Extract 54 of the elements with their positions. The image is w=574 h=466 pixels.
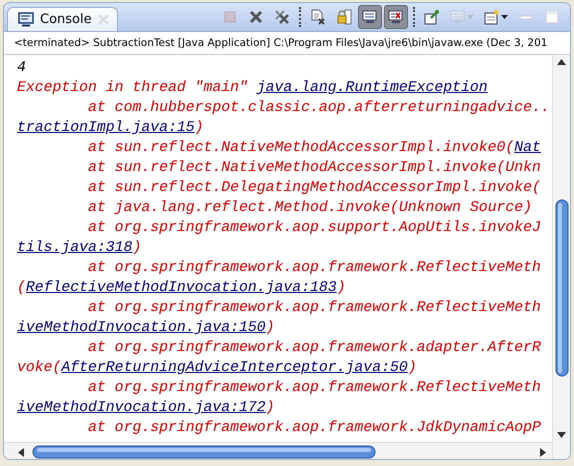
scroll-left-icon[interactable] [18, 448, 24, 457]
output-text: at org.springframework.aop.support.AopUtils.invokeJ [87, 220, 541, 236]
scroll-thumb[interactable] [555, 199, 569, 377]
output-text: at java.lang.reflect.Method.invoke(Unknown Source) [87, 200, 532, 216]
source-link[interactable]: iveMethodInvocation.java:150 [17, 320, 266, 336]
output-text: voke( [17, 360, 62, 376]
output-text: Exception in thread "main" [17, 80, 249, 96]
scroll-thumb[interactable] [32, 445, 376, 459]
output-text: at org.springframework.aop.framework.ReflectiveMeth [87, 260, 541, 276]
console-monitor-button[interactable] [358, 5, 382, 29]
new-console-icon [484, 9, 500, 25]
output-text: ) [266, 400, 275, 416]
source-link[interactable]: tractionImpl.java:15 [17, 120, 195, 136]
scroll-up-icon[interactable] [557, 59, 566, 65]
console-error-icon [388, 9, 404, 25]
lock-icon [336, 9, 352, 25]
close-icon [248, 9, 264, 25]
output-text: ) [336, 280, 346, 296]
monitor-icon [18, 12, 34, 27]
output-text: at sun.reflect.DelegatingMethodAccessorImpl.invoke( [87, 180, 541, 196]
scroll-down-icon[interactable] [557, 432, 566, 438]
source-link[interactable]: tils.java:318 [17, 240, 132, 256]
source-link[interactable]: iveMethodInvocation.java:172 [17, 400, 266, 416]
console-error-button[interactable] [384, 5, 408, 29]
horizontal-scrollbar[interactable] [4, 442, 552, 459]
output-text: at org.springframework.aop.framework.JdkDynamicAopP [87, 420, 541, 436]
output-text: at com.hubberspot.classic.aop.afterreturningadvice.. [87, 100, 550, 116]
vertical-scrollbar[interactable] [552, 55, 570, 459]
maximize-icon [544, 9, 560, 25]
minimize-icon [519, 14, 533, 20]
output-text: ) [194, 120, 204, 136]
output-text: 4 [17, 60, 26, 76]
output-text: ) [132, 240, 142, 256]
document-x-icon [310, 9, 326, 25]
process-status: <terminated> SubtractionTest [Java Application] C:\Program Files\Java\jre6\bin\javaw.exe (Dec 3, 201 [14, 37, 548, 49]
double-x-icon [274, 9, 290, 25]
source-link[interactable]: java.lang.RuntimeException [256, 80, 488, 96]
scroll-right-icon[interactable] [540, 448, 546, 457]
output-text: ) [266, 320, 275, 336]
source-link[interactable]: Nat [514, 140, 541, 156]
output-text: at org.springframework.aop.framework.ReflectiveMeth [87, 300, 541, 316]
output-text: ) [408, 360, 417, 376]
pin-icon [424, 9, 440, 25]
output-text: ( [17, 280, 26, 296]
source-link[interactable]: ReflectiveMethodInvocation.java:183 [26, 280, 337, 296]
output-text: at org.springframework.aop.framework.ReflectiveMeth [87, 380, 541, 396]
console-tab[interactable]: Console [7, 7, 118, 31]
monitor-icon [450, 9, 466, 25]
console-monitor-icon [362, 9, 378, 25]
output-text: at sun.reflect.NativeMethodAccessorImpl.invoke(Unkn [87, 160, 541, 176]
output-text: at sun.reflect.NativeMethodAccessorImpl.invoke0( [87, 140, 514, 156]
output-text: at org.springframework.aop.framework.adapter.AfterR [87, 340, 541, 356]
stop-icon [222, 9, 238, 25]
source-link[interactable]: AfterReturningAdviceInterceptor.java:50 [61, 360, 408, 376]
